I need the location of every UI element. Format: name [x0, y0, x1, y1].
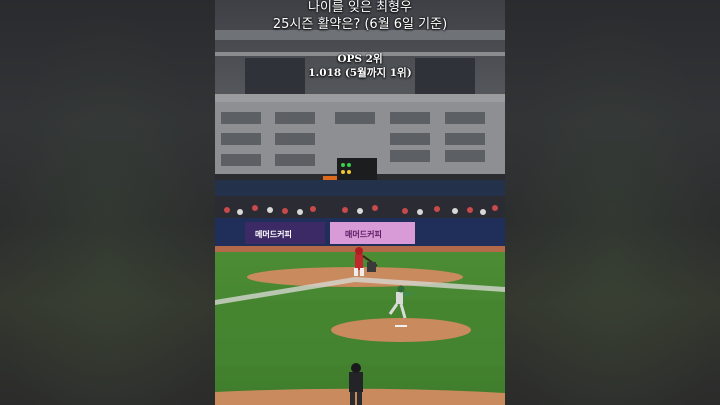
ad-banner-right-text: 매머드커피 — [345, 230, 382, 239]
video-frame[interactable]: 메머드커피 매머드커피 나이를 잊은 최형우 25시즌 활약은? (6월 6일 … — [215, 0, 505, 405]
ad-banner-left-text: 메머드커피 — [255, 230, 292, 239]
lower-facade — [215, 180, 505, 196]
left-blurred-background — [0, 0, 215, 405]
catcher — [367, 262, 376, 272]
caption-stat-line-1: OPS 2위 — [337, 53, 383, 65]
pitchers-mound — [331, 318, 471, 342]
right-blurred-background — [505, 0, 720, 405]
caption-title-line-2: 25시즌 활약은? (6월 6일 기준) — [272, 17, 448, 32]
caption-stat-line-2: 1.018 (5월까지 1위) — [308, 67, 412, 79]
caption-title-line-1: 나이를 잊은 최형우 — [308, 0, 412, 15]
crowd — [215, 196, 505, 218]
